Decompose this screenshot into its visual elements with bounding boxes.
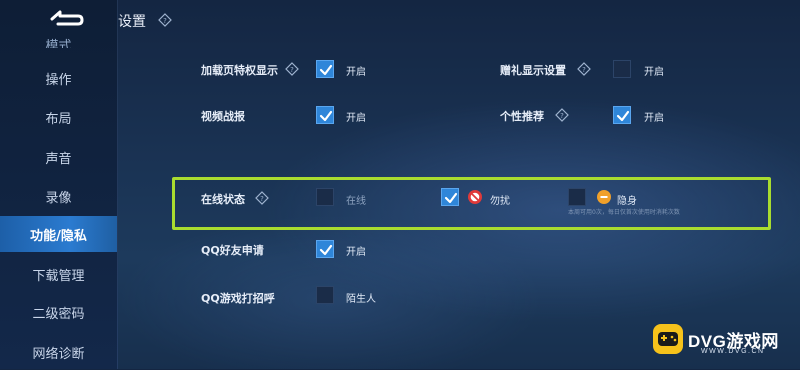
online-status-online-option: 在线 bbox=[346, 196, 366, 207]
qq-friend-request-checkbox[interactable] bbox=[316, 240, 334, 258]
sidebar-item-label: 布局 bbox=[45, 111, 72, 127]
svg-text:?: ? bbox=[560, 112, 564, 120]
video-report-option: 开启 bbox=[346, 113, 366, 124]
sidebar-item-label: 声音 bbox=[45, 151, 72, 167]
video-report-checkbox[interactable] bbox=[316, 106, 334, 124]
svg-text:?: ? bbox=[163, 17, 167, 25]
loading-privilege-label: 加载页特权显示 bbox=[201, 64, 278, 77]
sidebar-item-label: 功能/隐私 bbox=[30, 228, 87, 244]
info-icon[interactable]: ? bbox=[158, 12, 172, 31]
sidebar-item-operation[interactable]: 操作 bbox=[0, 60, 117, 96]
sidebar-item-sound[interactable]: 声音 bbox=[0, 139, 117, 175]
loading-privilege-checkbox[interactable] bbox=[316, 60, 334, 78]
qq-game-greeting-label: QQ游戏打招呼 bbox=[201, 292, 275, 305]
invisible-usage-note: 本周可用0次，每日仅首次使用时消耗次数 bbox=[568, 209, 680, 216]
online-status-dnd-checkbox[interactable] bbox=[441, 188, 459, 206]
invisible-icon bbox=[596, 189, 612, 209]
sidebar-item-label: 下载管理 bbox=[32, 268, 85, 284]
sidebar-item-recording[interactable]: 录像 bbox=[0, 178, 117, 214]
info-icon[interactable]: ? bbox=[577, 61, 591, 80]
sidebar-item-label: 录像 bbox=[45, 190, 72, 206]
sidebar-item-function-privacy[interactable]: 功能/隐私 bbox=[0, 216, 117, 252]
online-status-online-checkbox[interactable] bbox=[316, 188, 334, 206]
sidebar-item-layout[interactable]: 布局 bbox=[0, 99, 117, 135]
page-title: 设置 bbox=[118, 14, 146, 30]
gift-display-checkbox[interactable] bbox=[613, 60, 631, 78]
svg-text:?: ? bbox=[582, 66, 586, 74]
qq-friend-request-label: QQ好友申请 bbox=[201, 244, 264, 257]
personal-recommend-label: 个性推荐 bbox=[500, 110, 544, 123]
qq-game-greeting-checkbox[interactable] bbox=[316, 286, 334, 304]
sidebar-item-label: 操作 bbox=[45, 72, 72, 88]
sidebar-item-download-manager[interactable]: 下载管理 bbox=[0, 256, 117, 292]
online-status-dnd-option: 勿扰 bbox=[490, 196, 510, 207]
sidebar-item-secondary-password[interactable]: 二级密码 bbox=[0, 294, 117, 330]
svg-text:?: ? bbox=[260, 195, 264, 203]
info-icon[interactable]: ? bbox=[285, 61, 299, 80]
sidebar-item-label: 模式 bbox=[45, 39, 72, 48]
video-report-label: 视频战报 bbox=[201, 110, 245, 123]
sidebar-item-network-diagnosis[interactable]: 网络诊断 bbox=[0, 334, 117, 370]
loading-privilege-option: 开启 bbox=[346, 67, 366, 78]
online-status-label: 在线状态 bbox=[201, 193, 245, 206]
qq-game-greeting-option: 陌生人 bbox=[346, 294, 376, 305]
gift-display-label: 赠礼显示设置 bbox=[500, 64, 566, 77]
online-status-invisible-checkbox[interactable] bbox=[568, 188, 586, 206]
watermark-url: WWW.DVG.CN bbox=[701, 348, 765, 355]
dvg-logo-icon bbox=[652, 323, 684, 359]
personal-recommend-checkbox[interactable] bbox=[613, 106, 631, 124]
sidebar-item-label: 网络诊断 bbox=[32, 346, 85, 362]
qq-friend-request-option: 开启 bbox=[346, 247, 366, 258]
info-icon[interactable]: ? bbox=[555, 107, 569, 126]
info-icon[interactable]: ? bbox=[255, 190, 269, 209]
sidebar-item-label: 二级密码 bbox=[32, 306, 85, 322]
sidebar-item-partial[interactable]: 模式 bbox=[0, 26, 117, 48]
do-not-disturb-icon bbox=[467, 189, 483, 209]
gift-display-option: 开启 bbox=[644, 67, 664, 78]
sidebar: 模式 操作 布局 声音 录像 功能/隐私 下载管理 二级密码 网络诊断 bbox=[0, 0, 118, 369]
online-status-invisible-option: 隐身 bbox=[617, 196, 637, 207]
personal-recommend-option: 开启 bbox=[644, 113, 664, 124]
svg-text:?: ? bbox=[290, 66, 294, 74]
